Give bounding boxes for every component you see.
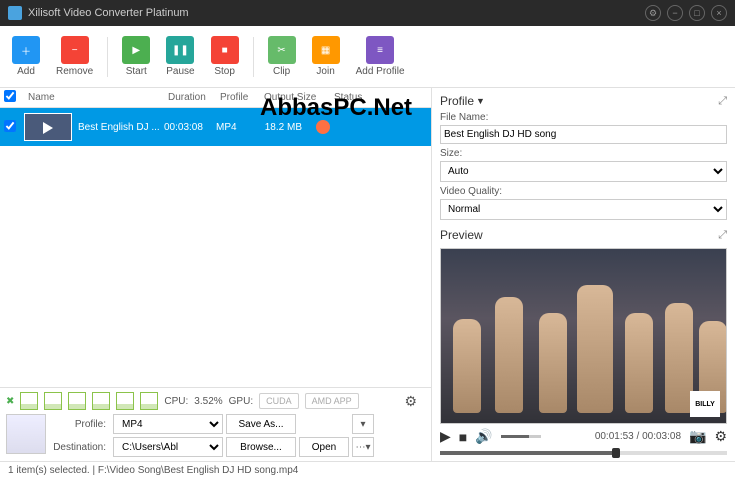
size-label: Size:: [440, 148, 727, 159]
play-icon: ▶: [122, 36, 150, 64]
col-duration[interactable]: Duration: [164, 92, 216, 103]
timecode: 00:01:53 / 00:03:08: [595, 431, 681, 442]
start-button[interactable]: ▶Start: [114, 32, 158, 81]
expand-icon[interactable]: ⤢: [718, 229, 727, 242]
select-all-checkbox[interactable]: [4, 90, 16, 102]
filename-input[interactable]: [440, 125, 727, 144]
destination-select[interactable]: C:\Users\Abl: [113, 437, 223, 457]
cpu-spark-icon: [44, 392, 62, 410]
join-icon: ▦: [312, 36, 340, 64]
col-name[interactable]: Name: [24, 92, 164, 103]
add-profile-button[interactable]: ≡Add Profile: [348, 32, 413, 81]
titlebar: Xilisoft Video Converter Platinum ⚙ − □ …: [0, 0, 735, 26]
clock-icon: [316, 120, 330, 134]
cpu-spark-icon: [68, 392, 86, 410]
stop-button[interactable]: ■: [459, 429, 467, 445]
profile-more-button[interactable]: ▾: [352, 414, 374, 434]
gpu-label: GPU:: [229, 396, 253, 407]
volume-icon[interactable]: 🔊: [475, 428, 492, 445]
profile-panel-head: Profile▼ ⤢: [440, 94, 727, 108]
expand-icon[interactable]: ⤢: [718, 95, 727, 108]
chevron-down-icon[interactable]: ▼: [476, 96, 485, 106]
settings-icon[interactable]: ⚙: [645, 5, 661, 21]
close-spark-icon[interactable]: ✖: [6, 396, 14, 407]
toolbar: ＋Add −Remove ▶Start ❚❚Pause ■Stop ✂Clip …: [0, 26, 735, 88]
size-select[interactable]: Auto: [440, 161, 727, 182]
profile-select[interactable]: MP4: [113, 414, 223, 434]
dest-more-button[interactable]: ⋯▾: [352, 437, 374, 457]
preview-video[interactable]: BILLY: [440, 248, 727, 424]
volume-slider[interactable]: [501, 435, 541, 438]
pause-button[interactable]: ❚❚Pause: [158, 32, 202, 81]
gear-icon[interactable]: ⚙: [404, 393, 417, 410]
open-button[interactable]: Open: [299, 437, 349, 457]
clip-button[interactable]: ✂Clip: [260, 32, 304, 81]
profile-icon: ≡: [366, 36, 394, 64]
row-profile: MP4: [216, 122, 260, 133]
browse-button[interactable]: Browse...: [226, 437, 296, 457]
snapshot-icon[interactable]: 📷: [689, 428, 706, 445]
destination-label: Destination:: [52, 442, 110, 453]
minus-icon: −: [61, 36, 89, 64]
filename-label: File Name:: [440, 112, 727, 123]
add-button[interactable]: ＋Add: [4, 32, 48, 81]
snapshot-settings-icon[interactable]: ⚙: [714, 428, 727, 445]
stop-icon: ■: [211, 36, 239, 64]
row-name: Best English DJ ...: [78, 122, 164, 133]
col-profile[interactable]: Profile: [216, 92, 260, 103]
cuda-button[interactable]: CUDA: [259, 393, 299, 409]
cpu-spark-icon: [92, 392, 110, 410]
separator: [253, 37, 254, 77]
stop-button[interactable]: ■Stop: [203, 32, 247, 81]
pause-icon: ❚❚: [166, 36, 194, 64]
plus-icon: ＋: [12, 36, 40, 64]
remove-button[interactable]: −Remove: [48, 32, 101, 81]
bottom-bar: ✖ CPU: 3.52% GPU: CUDA AMD APP ⚙ Profile…: [0, 387, 431, 461]
cpu-value: 3.52%: [194, 396, 222, 407]
row-duration: 00:03:08: [164, 122, 216, 133]
save-as-button[interactable]: Save As...: [226, 414, 296, 434]
app-logo-icon: [8, 6, 22, 20]
video-watermark-icon: BILLY: [690, 391, 720, 417]
preview-panel-head: Preview ⤢: [440, 228, 727, 242]
list-body: Best English DJ ... 00:03:08 MP4 18.2 MB: [0, 108, 431, 387]
separator: [107, 37, 108, 77]
cpu-spark-icon: [140, 392, 158, 410]
quality-label: Video Quality:: [440, 186, 727, 197]
amd-app-button[interactable]: AMD APP: [305, 393, 359, 409]
col-status[interactable]: Status: [330, 92, 370, 103]
row-checkbox[interactable]: [4, 120, 16, 132]
play-button[interactable]: ▶: [440, 428, 451, 445]
filmstrip-icon[interactable]: [6, 414, 46, 454]
profile-label: Profile:: [52, 419, 110, 430]
scissors-icon: ✂: [268, 36, 296, 64]
col-outputsize[interactable]: Output Size: [260, 92, 330, 103]
join-button[interactable]: ▦Join: [304, 32, 348, 81]
cpu-spark-icon: [116, 392, 134, 410]
seek-slider[interactable]: [440, 451, 727, 455]
status-bar: 1 item(s) selected. | F:\Video Song\Best…: [0, 461, 735, 479]
table-row[interactable]: Best English DJ ... 00:03:08 MP4 18.2 MB: [0, 108, 431, 146]
row-size: 18.2 MB: [260, 122, 316, 133]
cpu-label: CPU:: [164, 396, 188, 407]
cpu-spark-icon: [20, 392, 38, 410]
app-title: Xilisoft Video Converter Platinum: [28, 7, 645, 19]
close-icon[interactable]: ×: [711, 5, 727, 21]
maximize-icon[interactable]: □: [689, 5, 705, 21]
list-header: Name Duration Profile Output Size Status: [0, 88, 431, 108]
quality-select[interactable]: Normal: [440, 199, 727, 220]
video-thumbnail[interactable]: [24, 113, 72, 141]
minimize-icon[interactable]: −: [667, 5, 683, 21]
